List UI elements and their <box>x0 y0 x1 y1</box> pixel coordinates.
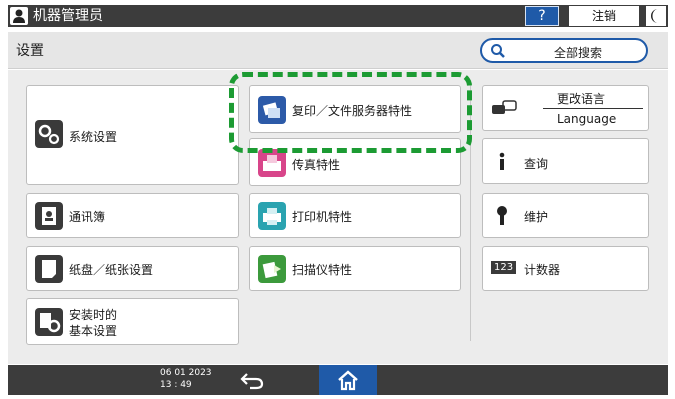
paper-tray-icon <box>35 255 63 283</box>
tile-label-line1: 安装时的 <box>69 308 118 322</box>
page-title: 设置 <box>16 43 44 59</box>
tile-label: 查询 <box>524 157 549 171</box>
time-text: 13 : 49 <box>160 380 192 390</box>
back-button[interactable] <box>238 369 268 391</box>
install-gear-icon <box>35 308 63 336</box>
tile-label: 维护 <box>524 210 549 224</box>
tile-label: 扫描仪特性 <box>292 263 353 277</box>
tile-label: 系统设置 <box>69 130 118 144</box>
tile-label: 通讯簿 <box>69 210 106 224</box>
tile-counter[interactable]: 123 计数器 <box>482 246 649 291</box>
top-bar: 机器管理员 ? 注销 <box>8 5 668 27</box>
language-divider <box>543 108 643 109</box>
fax-icon <box>258 149 286 177</box>
moon-icon <box>651 9 658 23</box>
column-divider <box>470 84 471 341</box>
tile-copy-document-server[interactable]: 复印／文件服务器特性 <box>249 85 461 133</box>
address-book-icon <box>35 202 63 230</box>
help-button[interactable]: ? <box>525 6 559 26</box>
admin-user-icon <box>10 7 28 25</box>
tile-change-language[interactable]: 更改语言 Language <box>482 85 649 131</box>
tile-installation-basic-settings[interactable]: 安装时的 基本设置 <box>26 298 239 345</box>
gears-icon <box>35 120 63 148</box>
date-text: 06 01 2023 <box>160 368 212 378</box>
tile-label-cn: 更改语言 <box>557 92 606 106</box>
tile-tray-paper-settings[interactable]: 纸盘／纸张设置 <box>26 246 239 291</box>
language-switch-icon <box>492 100 517 114</box>
admin-title: 机器管理员 <box>33 8 103 24</box>
bottom-bar: 06 01 2023 13 : 49 <box>8 365 668 395</box>
search-icon <box>491 44 505 58</box>
tile-label: 计数器 <box>524 263 561 277</box>
tile-label-en: Language <box>557 112 617 126</box>
tile-label: 复印／文件服务器特性 <box>292 104 413 118</box>
tile-label: 纸盘／纸张设置 <box>69 263 154 277</box>
scanner-icon <box>258 255 286 283</box>
tile-label: 传真特性 <box>292 158 341 172</box>
search-all-label: 全部搜索 <box>554 46 603 60</box>
printer-icon <box>258 202 286 230</box>
logout-button[interactable]: 注销 <box>569 6 639 26</box>
tile-fax[interactable]: 传真特性 <box>249 138 461 186</box>
tile-maintenance[interactable]: 维护 <box>482 193 649 238</box>
tile-label-line2: 基本设置 <box>69 324 118 338</box>
search-all-button[interactable]: 全部搜索 <box>480 38 648 63</box>
back-arrow-icon <box>240 373 264 390</box>
copier-icon <box>258 96 286 124</box>
info-icon <box>499 152 505 170</box>
tile-inquiry[interactable]: 查询 <box>482 138 649 184</box>
energy-saver-button[interactable] <box>646 6 666 26</box>
counter-badge-icon: 123 <box>491 261 517 274</box>
tile-scanner[interactable]: 扫描仪特性 <box>249 246 461 291</box>
home-icon <box>338 370 358 391</box>
tile-label: 打印机特性 <box>292 210 353 224</box>
tile-system-settings[interactable]: 系统设置 <box>26 85 239 185</box>
tile-printer[interactable]: 打印机特性 <box>249 193 461 238</box>
home-button[interactable] <box>319 365 377 395</box>
settings-header: 设置 全部搜索 <box>8 32 668 69</box>
tile-address-book[interactable]: 通讯簿 <box>26 193 239 238</box>
datetime: 06 01 2023 13 : 49 <box>160 367 212 391</box>
wrench-icon <box>497 206 507 225</box>
